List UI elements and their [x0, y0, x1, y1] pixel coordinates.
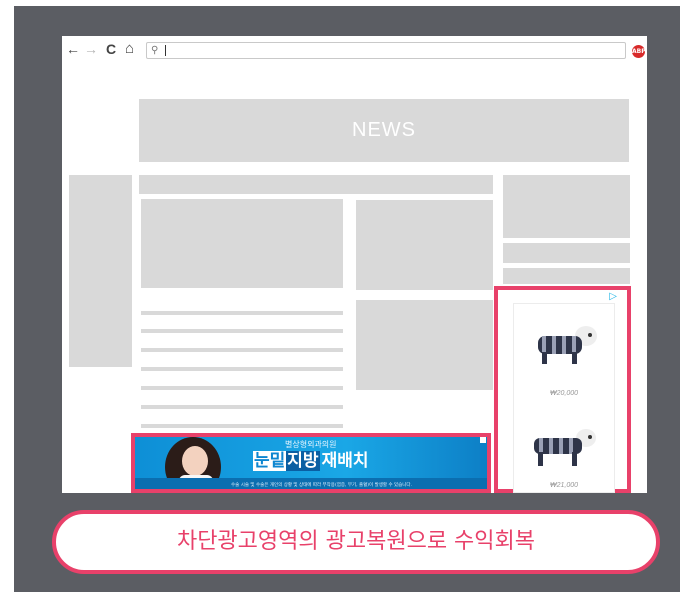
headline-part2: 지방 [286, 451, 320, 471]
adblock-icon[interactable]: ABP [632, 45, 646, 58]
text-line [141, 405, 343, 409]
search-icon: ⚲ [151, 45, 159, 56]
product-card: ₩20,000 ₩21,000 [513, 303, 615, 493]
middle-block-top [356, 200, 493, 290]
caption-text: 차단광고영역의 광고복원으로 수익회복 [176, 529, 536, 554]
adchoices-icon[interactable]: ▷ [609, 291, 617, 302]
forward-arrow-icon[interactable]: → [84, 41, 98, 57]
side-banner-ad[interactable]: ▷ ₩20,000 ₩21,000 [494, 286, 631, 493]
text-line [141, 329, 343, 333]
right-block-top [503, 175, 630, 238]
browser-toolbar: ← → C ⌂ ⚲ ABP [62, 36, 647, 62]
right-block-small [503, 268, 630, 284]
text-line [141, 348, 343, 352]
address-bar[interactable]: ⚲ [146, 42, 626, 59]
product-price-1: ₩20,000 [549, 390, 579, 397]
headline-part1: 눈밑 [253, 451, 287, 471]
ad-close-icon[interactable] [480, 437, 486, 443]
article-image-block [141, 199, 343, 288]
clinic-name: 별상형외과의원 [285, 440, 337, 449]
content-header-block [139, 175, 493, 194]
ad-disclaimer: 수술 시술 및 수술은 개인의 상황 및 상태에 따라 부작용(염증, 부기, … [231, 483, 413, 488]
left-sidebar-block [69, 175, 132, 367]
bottom-ad-content: 별상형외과의원 눈밑 지방 재배치 수술 시술 및 수술은 개인의 상황 및 상태에… [135, 437, 487, 489]
text-caret [165, 45, 166, 56]
middle-block-bottom [356, 300, 493, 390]
news-banner-label: NEWS [352, 119, 416, 141]
dog-clothing-image[interactable] [530, 322, 600, 366]
right-block-middle [503, 243, 630, 263]
back-arrow-icon[interactable]: ← [66, 41, 80, 57]
caption-pill: 차단광고영역의 광고복원으로 수익회복 [52, 510, 660, 574]
product-price-2: ₩21,000 [549, 482, 579, 489]
text-line [141, 386, 343, 390]
home-icon[interactable]: ⌂ [125, 41, 134, 57]
bottom-banner-ad[interactable]: 별상형외과의원 눈밑 지방 재배치 수술 시술 및 수술은 개인의 상황 및 상태에… [131, 433, 491, 493]
headline-part3: 재배치 [321, 451, 369, 471]
reload-icon[interactable]: C [106, 41, 116, 57]
browser-window: ← → C ⌂ ⚲ ABP NEWS 별상형외과의원 눈밑 지방 재배치 수술 … [62, 36, 647, 493]
text-line [141, 424, 343, 428]
dog-clothing-image[interactable] [528, 426, 598, 470]
text-line [141, 311, 343, 315]
news-banner: NEWS [139, 99, 629, 162]
ad-headline: 눈밑 지방 재배치 [253, 450, 370, 472]
text-line [141, 367, 343, 371]
